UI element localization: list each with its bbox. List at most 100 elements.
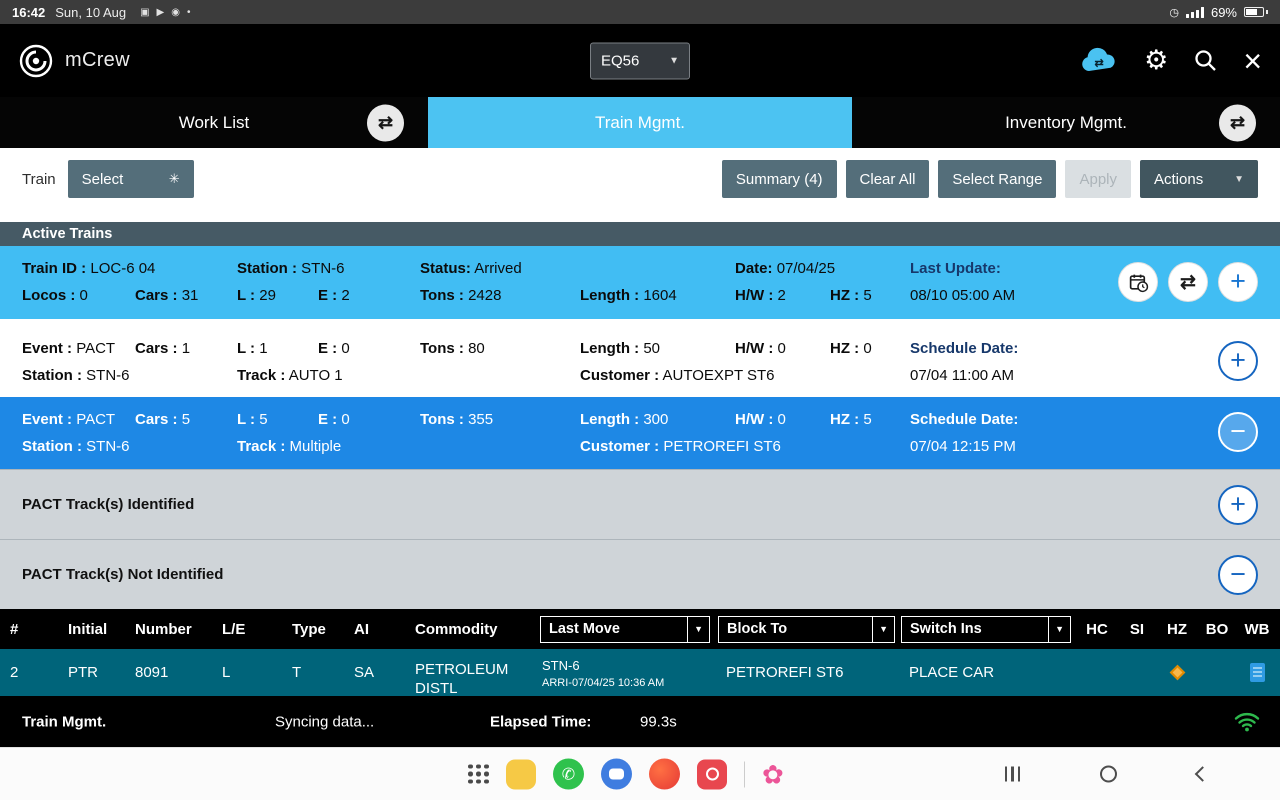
hw-label: H/W : [735,411,773,428]
car-ai: SA [344,664,405,681]
tons-label: Tons : [420,340,464,357]
tab-work-list[interactable]: Work List ⇄ [0,97,428,148]
summary-button[interactable]: Summary (4) [722,160,837,198]
car-type: T [282,664,344,681]
hz-label: HZ : [830,340,859,357]
main-tab-bar: Work List ⇄ Train Mgmt. Inventory Mgmt. … [0,97,1280,148]
phone-app-icon[interactable]: ✆ [553,759,584,790]
battery-percent: 69% [1211,5,1237,20]
settings-gear-icon[interactable]: ⚙ [1144,47,1168,74]
car-switch-ins: PLACE CAR [901,664,1077,681]
cars-value: 5 [182,411,190,428]
station-label: Station : [22,367,82,384]
length-label: Length : [580,411,639,428]
loads-value: 5 [259,411,267,428]
gallery-app-icon[interactable]: ✿ [762,761,784,787]
back-button[interactable] [1195,766,1211,782]
track-label: Track : [237,367,285,384]
train-label: Train [22,171,56,188]
actions-dropdown[interactable]: Actions ▼ [1140,160,1258,198]
pact-not-identified-collapse-button[interactable]: − [1218,555,1258,595]
event-field: Event : PACTCars : 5 Station : STN-6 [22,406,190,460]
messages-app-icon[interactable] [601,759,632,790]
status-date: Sun, 10 Aug [55,5,126,20]
close-icon[interactable]: × [1243,45,1262,77]
home-button[interactable] [1100,766,1117,783]
schedule-date-value: 07/04 12:15 PM [910,438,1016,455]
app-drawer-icon[interactable] [468,764,489,784]
active-trains-section-header: Active Trains [0,222,1280,246]
tons-label: Tons : [420,287,464,304]
hz-label: HZ : [830,411,859,428]
status-label: Status: [420,260,471,277]
length-label: Length : [580,340,639,357]
wifi-icon [1234,711,1260,732]
empties-label: E : [318,411,337,428]
search-icon[interactable] [1193,48,1218,73]
station-value: STN-6 [86,438,129,455]
sync-arrows-icon: ⇄ [1094,56,1103,69]
event-collapse-button[interactable]: − [1218,412,1258,452]
empties-value: 0 [341,411,349,428]
length-value: 300 [643,411,668,428]
equipment-selector[interactable]: EQ56 ▼ [590,42,690,79]
active-train-row[interactable]: Train ID : LOC-6 04 Locos : 0Cars : 31 S… [0,246,1280,319]
pact-not-identified-section[interactable]: PACT Track(s) Not Identified − [0,539,1280,609]
hw-value: 2 [778,287,786,304]
train-event-row-1[interactable]: Event : PACTCars : 1 Station : STN-6 L :… [0,326,1280,397]
col-header-commodity: Commodity [405,621,530,638]
internet-app-icon[interactable] [649,759,680,790]
schedule-calendar-button[interactable] [1118,262,1158,302]
work-list-swap-icon[interactable]: ⇄ [367,104,404,141]
switch-ins-filter-dropdown[interactable]: Switch Ins ▼ [901,616,1071,643]
app-title: mCrew [65,49,130,72]
record-notification-icon: ◉ [171,7,180,18]
status-right-cluster: ◷ 69% [1169,5,1268,20]
train-select-dropdown[interactable]: Select ✳ [68,160,194,198]
event-expand-button[interactable]: + [1218,341,1258,381]
car-wb-flag[interactable] [1237,663,1277,682]
hw-label: H/W : [735,340,773,357]
tab-train-mgmt[interactable]: Train Mgmt. [428,97,852,148]
date-label: Date: [735,260,773,277]
pact-identified-expand-button[interactable]: + [1218,485,1258,525]
hz-value: 5 [863,287,871,304]
loads-value: 1 [259,340,267,357]
col-header-bo: BO [1197,621,1237,638]
block-to-filter-dropdown[interactable]: Block To ▼ [718,616,895,643]
notes-app-icon[interactable] [506,759,536,789]
car-table-row[interactable]: 2 PTR 8091 L T SA PETROLEUM DISTL STN-6 … [0,649,1280,696]
last-move-filter-dropdown[interactable]: Last Move ▼ [540,616,710,643]
pact-identified-section[interactable]: PACT Track(s) Identified + [0,469,1280,539]
hw-hz-field: H/W : 0HZ : 0 [735,335,872,362]
clear-all-button[interactable]: Clear All [846,160,930,198]
recents-button[interactable] [1005,767,1021,782]
apply-button[interactable]: Apply [1065,160,1131,198]
empties-label: E : [318,340,337,357]
train-event-row-2[interactable]: Event : PACTCars : 5 Station : STN-6 L :… [0,397,1280,469]
active-trains-title: Active Trains [22,226,112,242]
locos-label: Locos : [22,287,75,304]
navigation-keys [1005,766,1209,783]
schedule-date-label: Schedule Date: [910,340,1018,357]
col-header-hc: HC [1077,621,1117,638]
col-header-wb: WB [1237,621,1277,638]
train-swap-button[interactable]: ⇄ [1168,262,1208,302]
last-update-label: Last Update: [910,260,1001,277]
tons-value: 2428 [468,287,501,304]
inventory-swap-icon[interactable]: ⇄ [1219,104,1256,141]
android-status-bar: 16:42 Sun, 10 Aug ▣ ▶ ◉ • ◷ 69% [0,0,1280,24]
cloud-sync-icon[interactable]: ⇄ [1079,47,1119,74]
col-header-switch-ins: Switch Ins ▼ [901,616,1077,643]
car-hz-flag [1157,667,1197,678]
chevron-down-icon: ▼ [872,617,894,642]
car-le: L [212,664,282,681]
camera-app-icon[interactable] [697,759,727,789]
car-initial: PTR [58,664,125,681]
select-range-button[interactable]: Select Range [938,160,1056,198]
train-expand-button[interactable]: + [1218,262,1258,302]
header-actions: ⇄ ⚙ × [1079,45,1262,77]
tab-inventory-mgmt[interactable]: Inventory Mgmt. ⇄ [852,97,1280,148]
loads-empties-field: L : 1E : 0 Track : AUTO 1 [237,335,350,389]
android-nav-bar: ✆ ✿ [0,747,1280,800]
